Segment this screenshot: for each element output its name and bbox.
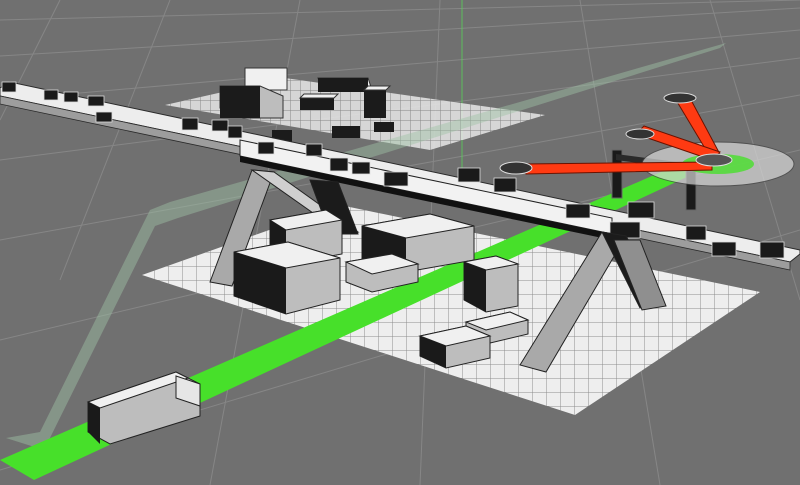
scene-canvas[interactable] bbox=[0, 0, 800, 485]
truck[interactable] bbox=[86, 371, 201, 445]
3d-viewport[interactable] bbox=[0, 0, 800, 485]
rotor-rig[interactable] bbox=[499, 92, 795, 187]
